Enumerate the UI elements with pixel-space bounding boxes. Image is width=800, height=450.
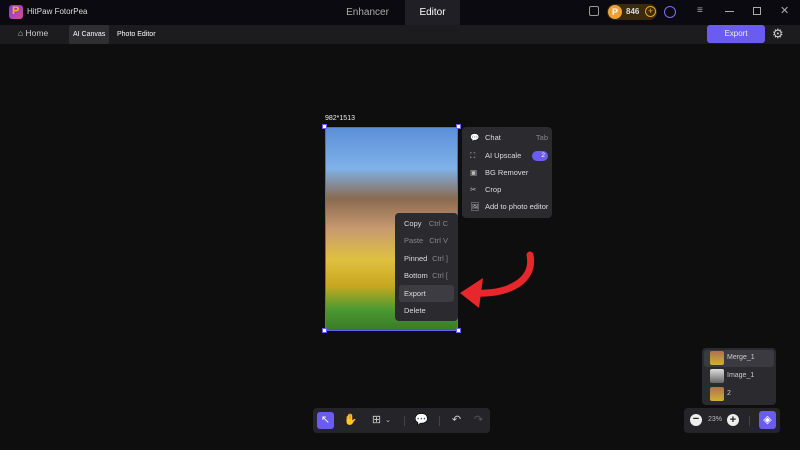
red-arrow-annotation bbox=[460, 251, 535, 308]
layer-thumbnail bbox=[710, 369, 724, 383]
minimize-icon[interactable] bbox=[725, 11, 734, 12]
chat-icon: 💬 bbox=[470, 133, 480, 142]
layer-item[interactable]: 2 bbox=[704, 386, 774, 403]
tab-enhancer[interactable]: Enhancer bbox=[330, 0, 405, 25]
layers-panel: Merge_1 Image_1 2 bbox=[702, 348, 776, 405]
hand-tool-icon[interactable]: ✋ bbox=[342, 412, 359, 429]
ai-chat-icon[interactable]: 💬 bbox=[413, 412, 430, 429]
zoom-out-icon[interactable]: − bbox=[690, 414, 702, 426]
resize-handle[interactable] bbox=[456, 124, 461, 129]
restore-icon[interactable] bbox=[753, 7, 761, 15]
title-bar: P HitPaw FotorPea Enhancer Editor P 846 … bbox=[0, 0, 800, 25]
resize-handle[interactable] bbox=[456, 328, 461, 333]
ai-canvas-button[interactable]: AI Canvas bbox=[69, 25, 110, 44]
ai-menu-crop[interactable]: ✂ Crop bbox=[470, 181, 501, 198]
context-paste[interactable]: Paste Ctrl V bbox=[399, 232, 454, 249]
undo-icon[interactable]: ↶ bbox=[448, 412, 465, 429]
layer-item[interactable]: Image_1 bbox=[704, 368, 774, 385]
home-button[interactable]: ⌂ Home bbox=[18, 28, 48, 38]
top-toolbar: ⌂ Home AI Canvas Photo Editor Export ⚙ bbox=[0, 25, 800, 44]
layer-name: 2 bbox=[727, 390, 731, 397]
zoom-in-icon[interactable]: + bbox=[727, 414, 739, 426]
credit-badge: 2 bbox=[532, 151, 548, 161]
ai-menu-bg-remover[interactable]: ▣ BG Remover bbox=[470, 164, 528, 181]
resize-handle[interactable] bbox=[322, 328, 327, 333]
scissors-icon: ✂ bbox=[470, 185, 477, 194]
home-label: Home bbox=[25, 28, 49, 38]
divider bbox=[404, 416, 405, 426]
credits-pill[interactable]: P 846 + bbox=[607, 4, 657, 20]
layer-thumbnail bbox=[710, 387, 724, 401]
ai-menu-upscale[interactable]: ⛶ AI Upscale 2 bbox=[470, 147, 548, 164]
context-copy[interactable]: Copy Ctrl C bbox=[399, 215, 454, 232]
coin-icon: P bbox=[608, 5, 622, 19]
redo-icon[interactable]: ↷ bbox=[470, 412, 487, 429]
close-icon[interactable]: ✕ bbox=[780, 4, 789, 17]
ai-menu-chat[interactable]: 💬 Chat Tab bbox=[470, 129, 548, 146]
credits-count: 846 bbox=[626, 7, 640, 16]
upscale-icon: ⛶ bbox=[470, 151, 476, 160]
home-icon: ⌂ bbox=[18, 28, 24, 38]
chevron-down-icon[interactable]: ⌄ bbox=[383, 412, 393, 429]
context-menu: Copy Ctrl C Paste Ctrl V Pinned Ctrl ] Bott… bbox=[395, 213, 458, 321]
tab-editor[interactable]: Editor bbox=[405, 0, 460, 25]
export-button[interactable]: Export bbox=[707, 25, 765, 43]
canvas-size-label: 982*1513 bbox=[325, 115, 355, 122]
bottom-toolbar: ↖ ✋ ⊞ ⌄ 💬 ↶ ↷ bbox=[313, 408, 490, 433]
layer-name: Merge_1 bbox=[727, 354, 755, 361]
divider bbox=[749, 416, 750, 426]
layer-thumbnail bbox=[710, 351, 724, 365]
app-title: HitPaw FotorPea bbox=[27, 7, 88, 16]
ai-menu-add-to-photo-editor[interactable]: 🖼 Add to photo editor bbox=[470, 198, 548, 215]
add-credits-icon[interactable]: + bbox=[645, 6, 656, 17]
bg-remover-icon: ▣ bbox=[470, 168, 478, 177]
layers-icon[interactable]: ◈ bbox=[759, 411, 776, 429]
ai-tools-menu: 💬 Chat Tab ⛶ AI Upscale 2 ▣ BG Remover ✂ Crop … bbox=[462, 127, 552, 218]
account-icon[interactable] bbox=[664, 6, 676, 18]
zoom-panel: − 23% + ◈ bbox=[684, 408, 780, 433]
feedback-icon[interactable] bbox=[589, 6, 599, 16]
settings-icon[interactable]: ⚙ bbox=[772, 26, 784, 42]
divider bbox=[439, 416, 440, 426]
select-tool-icon[interactable]: ↖ bbox=[317, 412, 334, 429]
context-export[interactable]: Export bbox=[399, 285, 454, 302]
context-delete[interactable]: Delete bbox=[399, 302, 454, 319]
zoom-level: 23% bbox=[708, 416, 723, 423]
photo-editor-button[interactable]: Photo Editor bbox=[117, 25, 156, 44]
app-logo: P bbox=[9, 5, 23, 19]
context-bottom[interactable]: Bottom Ctrl [ bbox=[399, 267, 454, 284]
context-pinned[interactable]: Pinned Ctrl ] bbox=[399, 250, 454, 267]
resize-handle[interactable] bbox=[322, 124, 327, 129]
menu-icon[interactable]: ≡ bbox=[697, 5, 703, 16]
image-add-icon: 🖼 bbox=[470, 202, 480, 211]
layer-name: Image_1 bbox=[727, 372, 755, 379]
layer-item[interactable]: Merge_1 bbox=[704, 350, 774, 367]
